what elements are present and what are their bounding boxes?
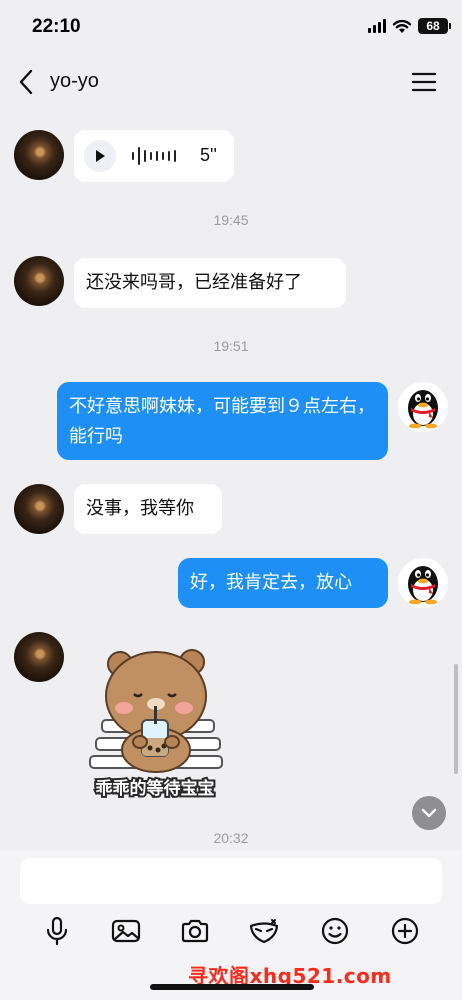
chevron-down-icon	[421, 808, 437, 818]
message-text: 还没来吗哥，已经准备好了	[86, 272, 302, 293]
status-icons: 68	[368, 18, 451, 34]
contact-name: yo-yo	[50, 70, 99, 92]
my-avatar[interactable]	[398, 382, 448, 432]
microphone-icon[interactable]	[40, 914, 74, 948]
message-text: 不好意思啊妹妹，可能要到９点左右，能行吗	[69, 396, 375, 447]
signal-icon	[368, 19, 386, 33]
status-bar: 22:10 68	[0, 0, 462, 56]
bear-sticker[interactable]: 乖乖的等待宝宝	[80, 638, 230, 808]
timestamp: 20:32	[213, 830, 249, 846]
battery-level: 68	[426, 19, 440, 33]
message-input[interactable]	[20, 858, 442, 904]
message-text: 好，我肯定去，放心	[190, 572, 352, 593]
outgoing-message[interactable]: 好，我肯定去，放心	[178, 558, 388, 608]
battery-icon: 68	[418, 18, 451, 34]
plus-circle-icon[interactable]	[388, 914, 422, 948]
voice-message[interactable]: 5''	[74, 130, 234, 182]
incoming-message[interactable]: 没事，我等你	[74, 484, 222, 534]
qq-penguin-icon	[408, 390, 438, 428]
contact-avatar[interactable]	[14, 484, 64, 534]
scrollbar[interactable]	[454, 664, 458, 774]
play-button[interactable]	[84, 140, 116, 172]
timestamp: 19:51	[213, 338, 249, 354]
outgoing-message[interactable]: 不好意思啊妹妹，可能要到９点左右，能行吗	[57, 382, 388, 460]
home-indicator	[150, 984, 314, 990]
input-panel: 寻欢阁xhg521.com	[0, 850, 462, 1000]
my-avatar[interactable]	[398, 558, 448, 608]
mask-icon[interactable]	[247, 914, 281, 948]
status-time: 22:10	[32, 16, 81, 37]
sticker-caption: 乖乖的等待宝宝	[96, 778, 215, 799]
voice-duration: 5''	[200, 145, 217, 165]
contact-avatar[interactable]	[14, 632, 64, 682]
emoji-icon[interactable]	[318, 914, 352, 948]
message-text: 没事，我等你	[86, 498, 194, 519]
contact-avatar[interactable]	[14, 130, 64, 180]
play-icon	[96, 150, 105, 162]
bear-sticker-image: 乖乖的等待宝宝	[89, 649, 223, 801]
wifi-icon	[392, 19, 412, 33]
chat-history[interactable]: 5'' 19:45 还没来吗哥，已经准备好了 19:51 不好意思啊妹妹，可能要…	[0, 108, 462, 850]
hamburger-menu-icon[interactable]	[412, 72, 436, 92]
voice-waveform	[132, 144, 176, 168]
chevron-left-icon[interactable]	[16, 68, 38, 96]
image-icon[interactable]	[109, 914, 143, 948]
qq-penguin-icon	[408, 566, 438, 604]
contact-avatar[interactable]	[14, 256, 64, 306]
timestamp: 19:45	[213, 212, 249, 228]
incoming-message[interactable]: 还没来吗哥，已经准备好了	[74, 258, 346, 308]
chat-header: yo-yo	[0, 56, 462, 108]
scroll-to-bottom-button[interactable]	[412, 796, 446, 830]
camera-icon[interactable]	[178, 914, 212, 948]
